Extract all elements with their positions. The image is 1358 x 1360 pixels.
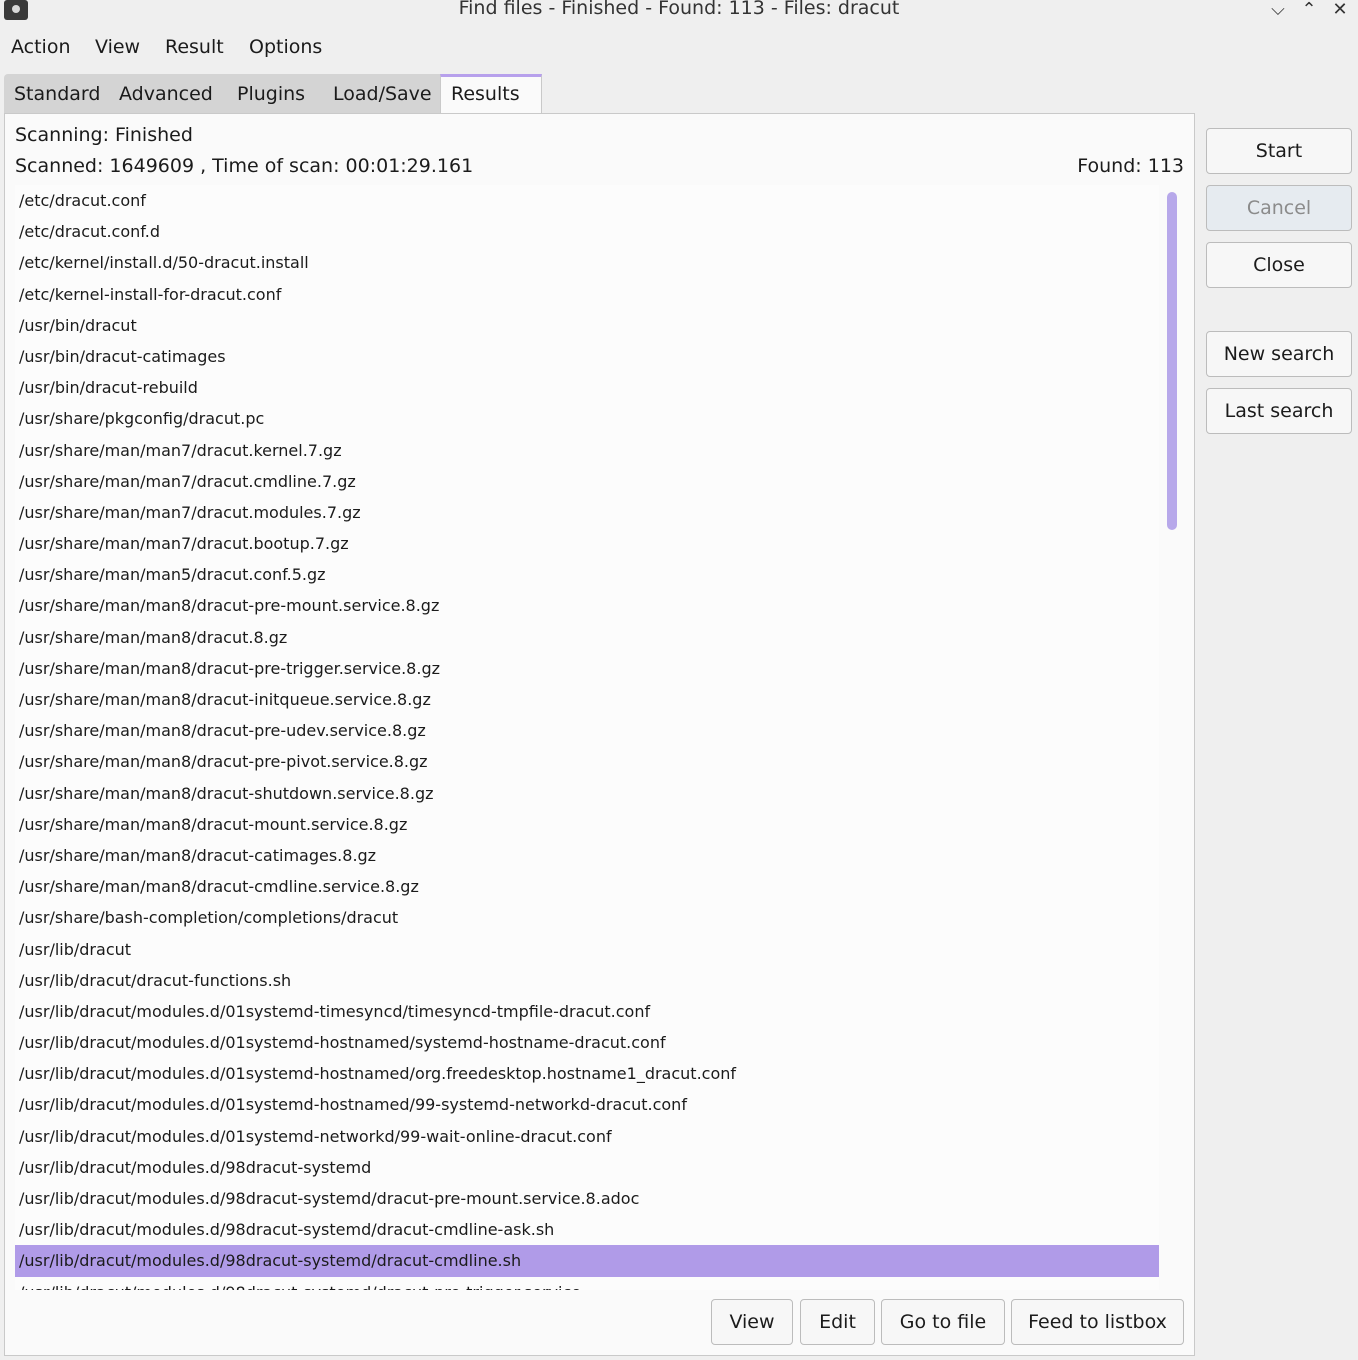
list-item[interactable]: /usr/bin/dracut-rebuild xyxy=(15,372,1159,403)
list-item[interactable]: /usr/lib/dracut/modules.d/01systemd-time… xyxy=(15,996,1159,1027)
tab-load-save[interactable]: Load/Save xyxy=(323,74,442,114)
list-item[interactable]: /usr/lib/dracut/modules.d/01systemd-host… xyxy=(15,1058,1159,1089)
list-item[interactable]: /usr/share/man/man8/dracut-mount.service… xyxy=(15,809,1159,840)
results-list[interactable]: /etc/dracut.conf /etc/dracut.conf.d /etc… xyxy=(15,185,1159,1290)
list-item[interactable]: /usr/bin/dracut xyxy=(15,310,1159,341)
close-button[interactable]: Close xyxy=(1206,242,1352,288)
list-item[interactable]: /usr/share/bash-completion/completions/d… xyxy=(15,902,1159,933)
menu-result[interactable]: Result xyxy=(165,36,224,58)
menu-view[interactable]: View xyxy=(95,36,140,58)
start-button[interactable]: Start xyxy=(1206,128,1352,174)
view-button[interactable]: View xyxy=(711,1299,793,1345)
list-item[interactable]: /usr/share/man/man7/dracut.modules.7.gz xyxy=(15,497,1159,528)
window-title: Find files - Finished - Found: 113 - Fil… xyxy=(458,0,900,19)
edit-button[interactable]: Edit xyxy=(800,1299,875,1345)
list-item[interactable]: /usr/lib/dracut/dracut-functions.sh xyxy=(15,965,1159,996)
list-item[interactable]: /usr/lib/dracut/modules.d/98dracut-syste… xyxy=(15,1214,1159,1245)
list-item[interactable]: /usr/share/man/man8/dracut-catimages.8.g… xyxy=(15,840,1159,871)
list-item[interactable]: /usr/share/man/man7/dracut.cmdline.7.gz xyxy=(15,466,1159,497)
list-item[interactable]: /usr/share/man/man8/dracut-initqueue.ser… xyxy=(15,684,1159,715)
list-item[interactable]: /usr/share/man/man8/dracut-shutdown.serv… xyxy=(15,778,1159,809)
list-item[interactable]: /usr/share/man/man8/dracut-pre-mount.ser… xyxy=(15,590,1159,621)
close-icon[interactable]: ✕ xyxy=(1328,0,1352,21)
tab-results[interactable]: Results xyxy=(440,74,542,114)
list-item[interactable]: /etc/kernel-install-for-dracut.conf xyxy=(15,279,1159,310)
feed-to-listbox-button[interactable]: Feed to listbox xyxy=(1011,1299,1184,1345)
list-item[interactable]: /usr/share/man/man7/dracut.kernel.7.gz xyxy=(15,435,1159,466)
tab-advanced[interactable]: Advanced xyxy=(109,74,223,114)
cancel-button[interactable]: Cancel xyxy=(1206,185,1352,231)
list-item[interactable]: /usr/share/man/man8/dracut-pre-udev.serv… xyxy=(15,715,1159,746)
list-item[interactable]: /etc/kernel/install.d/50-dracut.install xyxy=(15,247,1159,278)
results-panel: Scanning: Finished Scanned: 1649609 , Ti… xyxy=(4,113,1195,1356)
menu-action[interactable]: Action xyxy=(11,36,71,58)
list-item[interactable]: /usr/lib/dracut/modules.d/98dracut-syste… xyxy=(15,1183,1159,1214)
found-count: Found: 113 xyxy=(1077,155,1184,177)
go-to-file-button[interactable]: Go to file xyxy=(881,1299,1005,1345)
menu-options[interactable]: Options xyxy=(249,36,322,58)
list-item[interactable]: /usr/lib/dracut/modules.d/01systemd-netw… xyxy=(15,1121,1159,1152)
list-item[interactable]: /usr/share/man/man7/dracut.bootup.7.gz xyxy=(15,528,1159,559)
tab-bar: Standard Advanced Plugins Load/Save Resu… xyxy=(4,74,542,114)
new-search-button[interactable]: New search xyxy=(1206,331,1352,377)
last-search-button[interactable]: Last search xyxy=(1206,388,1352,434)
list-item[interactable]: /usr/share/pkgconfig/dracut.pc xyxy=(15,403,1159,434)
list-item[interactable]: /usr/lib/dracut/modules.d/01systemd-host… xyxy=(15,1089,1159,1120)
list-item[interactable]: /usr/lib/dracut/modules.d/98dracut-syste… xyxy=(15,1152,1159,1183)
list-item[interactable]: /usr/lib/dracut/modules.d/98dracut-syste… xyxy=(15,1277,1159,1290)
chevron-up-icon[interactable]: ⌃ xyxy=(1297,0,1321,21)
list-item[interactable]: /usr/share/man/man8/dracut-cmdline.servi… xyxy=(15,871,1159,902)
list-item[interactable]: /usr/lib/dracut xyxy=(15,934,1159,965)
list-item-selected[interactable]: /usr/lib/dracut/modules.d/98dracut-syste… xyxy=(15,1245,1159,1277)
list-item[interactable]: /usr/share/man/man5/dracut.conf.5.gz xyxy=(15,559,1159,590)
list-item[interactable]: /usr/share/man/man8/dracut.8.gz xyxy=(15,622,1159,653)
list-item[interactable]: /usr/lib/dracut/modules.d/01systemd-host… xyxy=(15,1027,1159,1058)
list-item[interactable]: /usr/share/man/man8/dracut-pre-trigger.s… xyxy=(15,653,1159,684)
scan-status: Scanning: Finished xyxy=(15,124,193,146)
scan-summary: Scanned: 1649609 , Time of scan: 00:01:2… xyxy=(15,155,474,177)
tab-standard[interactable]: Standard xyxy=(4,74,110,114)
list-item[interactable]: /etc/dracut.conf.d xyxy=(15,216,1159,247)
list-item[interactable]: /usr/bin/dracut-catimages xyxy=(15,341,1159,372)
tab-plugins[interactable]: Plugins xyxy=(227,74,315,114)
title-bar: Find files - Finished - Found: 113 - Fil… xyxy=(0,0,1358,22)
list-item[interactable]: /usr/share/man/man8/dracut-pre-pivot.ser… xyxy=(15,746,1159,777)
chevron-down-icon[interactable]: ⌵ xyxy=(1266,0,1290,21)
scrollbar-thumb[interactable] xyxy=(1167,192,1177,530)
list-item[interactable]: /etc/dracut.conf xyxy=(15,185,1159,216)
